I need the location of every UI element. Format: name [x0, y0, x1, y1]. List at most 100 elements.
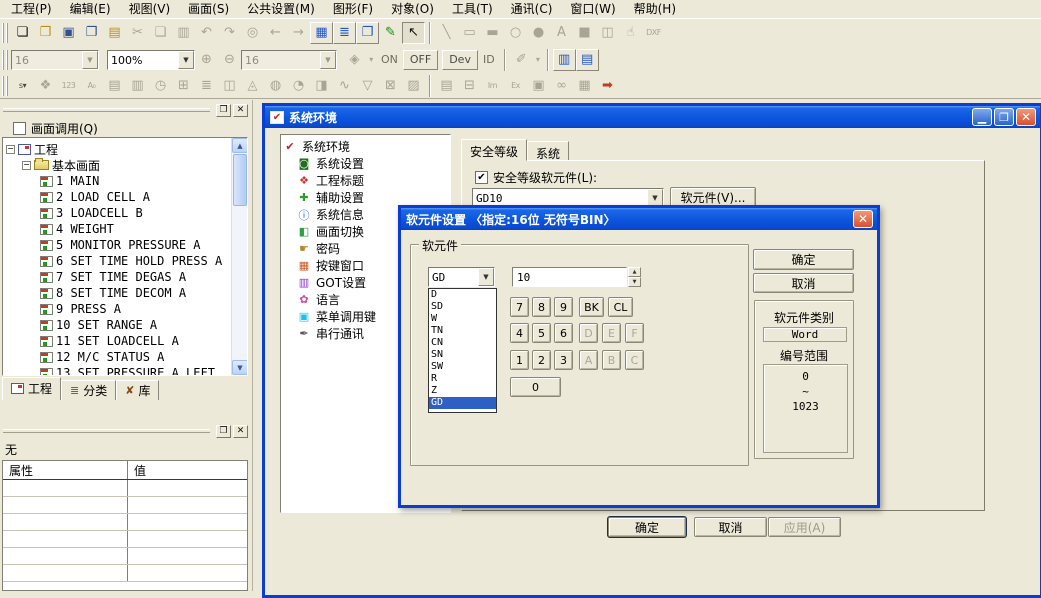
fill-color-caret-icon[interactable]: ▾: [366, 49, 376, 71]
scale-tool-icon[interactable]: ◫: [596, 22, 619, 44]
keypad-8[interactable]: 8: [532, 297, 551, 317]
data-view-icon[interactable]: ▤: [576, 49, 599, 71]
panel-meter-icon[interactable]: ◔: [287, 75, 310, 97]
fill-color-icon[interactable]: ◈: [343, 49, 366, 71]
value-column-header[interactable]: 值: [127, 461, 247, 479]
paste-icon[interactable]: ▥: [172, 22, 195, 44]
menu-object[interactable]: 对象(O): [382, 0, 443, 20]
filled-ellipse-tool-icon[interactable]: ●: [527, 22, 550, 44]
comment-edit-icon[interactable]: ▤: [435, 75, 458, 97]
tree-screen-item[interactable]: 4 WEIGHT: [40, 221, 229, 237]
nav-item-system-environment[interactable]: ✔ 系统环境: [281, 138, 450, 155]
alarm-list-icon[interactable]: ≣: [195, 75, 218, 97]
device-type-option[interactable]: CN: [429, 337, 496, 349]
property-column-header[interactable]: 属性: [3, 461, 127, 479]
tree-node-project[interactable]: − 工程: [6, 141, 229, 157]
tab-library[interactable]: ✘ 库: [116, 380, 159, 400]
copy-icon[interactable]: ❏: [149, 22, 172, 44]
screen-call-checkbox[interactable]: [13, 122, 26, 135]
property-row[interactable]: [3, 514, 247, 531]
comment-display-icon[interactable]: ⊞: [172, 75, 195, 97]
keypad-1[interactable]: 1: [510, 350, 529, 370]
zoom-in-icon[interactable]: ⊕: [195, 49, 218, 71]
keypad-backspace[interactable]: BK: [579, 297, 604, 317]
ok-button[interactable]: 确定: [608, 517, 686, 537]
nav-item-aux-settings[interactable]: ✚ 辅助设置: [281, 189, 450, 206]
lamp-display-icon[interactable]: ◍: [264, 75, 287, 97]
preview-icon[interactable]: ◎: [241, 22, 264, 44]
keypad-5[interactable]: 5: [532, 323, 551, 343]
property-row[interactable]: [3, 531, 247, 548]
nav-item-system-settings[interactable]: ◙ 系统设置: [281, 155, 450, 172]
tree-screen-item[interactable]: 5 MONITOR PRESSURE A: [40, 237, 229, 253]
device-points-combo[interactable]: 16 ▼: [241, 50, 337, 70]
keypad-c[interactable]: C: [625, 350, 644, 370]
undo-icon[interactable]: ↶: [195, 22, 218, 44]
security-device-checkbox[interactable]: ✔: [475, 171, 488, 184]
tab-project[interactable]: 工程: [2, 377, 61, 400]
window-copy-icon[interactable]: ❐: [356, 22, 379, 44]
chevron-down-icon[interactable]: ▼: [178, 51, 194, 69]
date-display-icon[interactable]: ▤: [103, 75, 126, 97]
export-tool-icon[interactable]: Ex: [504, 75, 527, 97]
find-device-icon[interactable]: ∞: [550, 75, 573, 97]
tree-screen-item[interactable]: 3 LOADCELL B: [40, 205, 229, 221]
device-type-option[interactable]: R: [429, 373, 496, 385]
font-size-combo[interactable]: 16 ▼: [11, 50, 99, 70]
minimize-icon[interactable]: ▁: [972, 108, 992, 126]
cut-icon[interactable]: ✂: [126, 22, 149, 44]
maximize-icon[interactable]: ❐: [994, 108, 1014, 126]
tree-screen-item[interactable]: 13 SET PRESSURE A LEFT: [40, 365, 229, 376]
dialog-title-bar[interactable]: ✔ 系统环境 ▁ ❐ ✕: [265, 106, 1040, 128]
open-icon[interactable]: ❒: [34, 22, 57, 44]
alarm-history-icon[interactable]: ⊠: [379, 75, 402, 97]
panel-maximize-icon[interactable]: ❐: [216, 104, 231, 117]
chevron-down-icon[interactable]: ▼: [478, 268, 494, 286]
menu-help[interactable]: 帮助(H): [625, 0, 685, 20]
keypad-f[interactable]: F: [625, 323, 644, 343]
device-number-input[interactable]: 10: [512, 267, 627, 287]
tree-scrollbar[interactable]: ▲ ▼: [231, 138, 247, 375]
prev-screen-icon[interactable]: ←: [264, 22, 287, 44]
keypad-9[interactable]: 9: [554, 297, 573, 317]
menu-figure[interactable]: 图形(F): [324, 0, 382, 20]
apply-button[interactable]: 应用(A): [768, 517, 841, 537]
tree-screen-item[interactable]: 7 SET TIME DEGAS A: [40, 269, 229, 285]
toolbar-grip[interactable]: [2, 76, 10, 96]
open-screen-icon[interactable]: ▤: [103, 22, 126, 44]
panel-gripper[interactable]: [3, 108, 210, 112]
menu-window[interactable]: 窗口(W): [561, 0, 624, 20]
menu-project[interactable]: 工程(P): [2, 0, 61, 20]
line-style-caret-icon[interactable]: ▾: [533, 49, 543, 71]
property-row[interactable]: [3, 497, 247, 514]
import-tool-icon[interactable]: Im: [481, 75, 504, 97]
tree-screen-item[interactable]: 10 SET RANGE A: [40, 317, 229, 333]
dxf-import-icon[interactable]: DXF: [642, 22, 665, 44]
rect-tool-icon[interactable]: ▭: [458, 22, 481, 44]
scroll-up-icon[interactable]: ▲: [232, 138, 248, 153]
close-icon[interactable]: ✕: [853, 210, 873, 228]
screen-list-icon[interactable]: ≣: [333, 22, 356, 44]
device-type-option[interactable]: SD: [429, 301, 496, 313]
ok-button[interactable]: 确定: [753, 249, 854, 270]
keypad-7[interactable]: 7: [510, 297, 529, 317]
toolbar-grip[interactable]: [2, 50, 10, 70]
switch-parts-icon[interactable]: ❖: [34, 75, 57, 97]
keypad-3[interactable]: 3: [554, 350, 573, 370]
tree-screen-item[interactable]: 8 SET TIME DECOM A: [40, 285, 229, 301]
parts-select-icon[interactable]: s▾: [11, 75, 34, 97]
save-screen-icon[interactable]: ❐: [80, 22, 103, 44]
cancel-button[interactable]: 取消: [753, 273, 854, 293]
property-row[interactable]: [3, 548, 247, 565]
off-state-button[interactable]: OFF: [403, 50, 438, 70]
spin-down-icon[interactable]: ▼: [628, 277, 641, 287]
menu-screen[interactable]: 画面(S): [179, 0, 238, 20]
ascii-display-icon[interactable]: A₀: [80, 75, 103, 97]
keypad-4[interactable]: 4: [510, 323, 529, 343]
menu-communication[interactable]: 通讯(C): [502, 0, 562, 20]
tree-screen-item[interactable]: 9 PRESS A: [40, 301, 229, 317]
menu-common-settings[interactable]: 公共设置(M): [238, 0, 324, 20]
stamp-tool-icon[interactable]: ▣: [527, 75, 550, 97]
collapse-icon[interactable]: −: [6, 145, 15, 154]
keypad-b[interactable]: B: [602, 350, 621, 370]
